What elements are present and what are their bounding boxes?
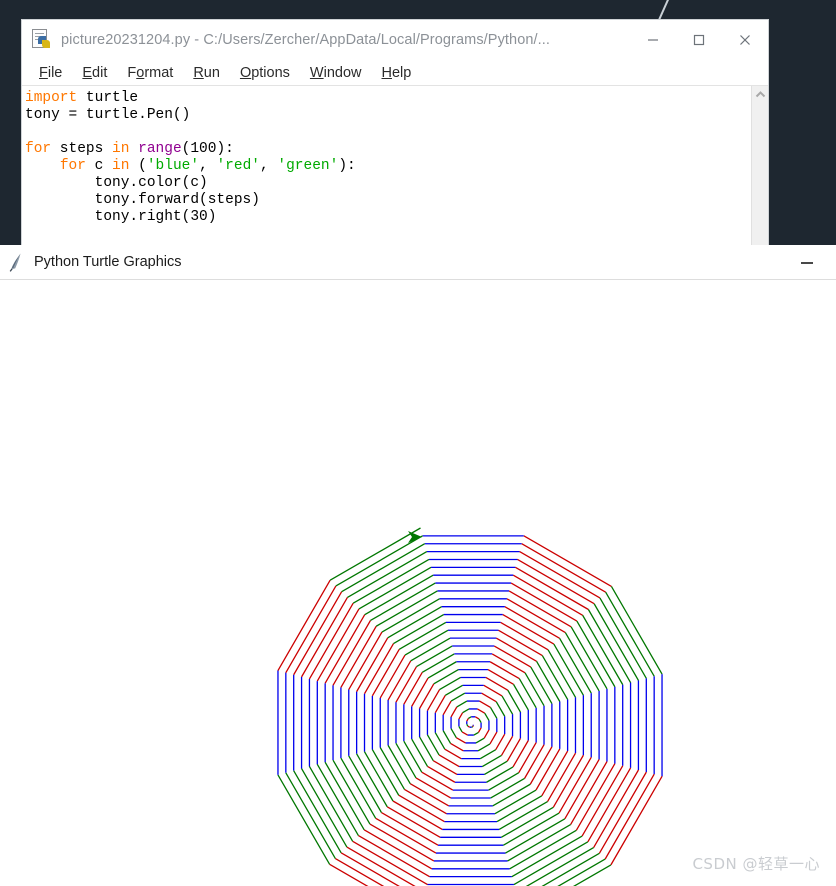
turtle-cursor-arrow-icon <box>408 531 422 543</box>
code-token: tony = turtle.Pen() <box>25 107 191 123</box>
code-line: import turtle <box>25 90 751 107</box>
chevron-up-icon[interactable] <box>752 86 769 103</box>
spiral-stroke-cc0000 <box>277 535 663 886</box>
minimize-button[interactable] <box>630 20 676 60</box>
feather-icon <box>9 253 21 272</box>
turtle-graphics-window: Python Turtle Graphics CSDN @轻草一心 <box>0 245 836 886</box>
code-line: tony.forward(steps) <box>25 192 751 209</box>
code-token: range <box>138 141 182 157</box>
menu-item-help[interactable]: Help <box>373 63 421 83</box>
menu-item-run[interactable]: Run <box>184 63 229 83</box>
code-token: in <box>112 141 130 157</box>
code-vertical-scrollbar[interactable] <box>751 86 768 245</box>
code-token: c <box>85 158 113 174</box>
turtle-drawing-canvas[interactable]: CSDN @轻草一心 <box>0 280 836 886</box>
close-button[interactable] <box>722 20 768 60</box>
code-line: tony.right(30) <box>25 209 751 226</box>
idle-menubar: File Edit Format Run Options Window Help <box>22 60 768 86</box>
code-token: , <box>199 158 217 174</box>
menu-item-file[interactable]: File <box>30 63 71 83</box>
menu-item-window[interactable]: Window <box>301 63 371 83</box>
turtle-titlebar[interactable]: Python Turtle Graphics <box>0 245 836 280</box>
code-token: tony.right(30) <box>25 209 217 225</box>
spiral-stroke-0000ee <box>277 535 663 886</box>
code-token: for <box>59 158 86 174</box>
code-token: in <box>112 158 130 174</box>
idle-body: import turtle tony = turtle.Pen() for ste… <box>22 86 768 245</box>
turtle-spiral-drawing <box>277 527 663 886</box>
maximize-button[interactable] <box>676 20 722 60</box>
code-token: steps <box>51 141 113 157</box>
code-token: 'green' <box>277 158 339 174</box>
python-file-icon <box>31 29 53 51</box>
code-token: ): <box>338 158 356 174</box>
menu-item-format[interactable]: Format <box>118 63 182 83</box>
menu-item-options[interactable]: Options <box>231 63 299 83</box>
code-editor-text-area[interactable]: import turtle tony = turtle.Pen() for ste… <box>22 86 751 245</box>
turtle-window-buttons <box>778 245 836 280</box>
code-token: , <box>259 158 278 174</box>
code-token: import <box>25 90 78 106</box>
turtle-window-title: Python Turtle Graphics <box>34 254 182 270</box>
code-token: for <box>25 141 52 157</box>
code-token: turtle <box>77 90 139 106</box>
code-token: (100): <box>181 141 234 157</box>
code-token: ( <box>129 158 147 174</box>
menu-item-edit[interactable]: Edit <box>73 63 116 83</box>
code-line: for steps in range(100): <box>25 141 751 158</box>
idle-window-title: picture20231204.py - C:/Users/Zercher/Ap… <box>61 32 551 48</box>
idle-editor-window: picture20231204.py - C:/Users/Zercher/Ap… <box>22 20 768 245</box>
minimize-button[interactable] <box>778 245 836 280</box>
code-line: tony = turtle.Pen() <box>25 107 751 124</box>
idle-window-buttons <box>630 20 768 60</box>
idle-titlebar[interactable]: picture20231204.py - C:/Users/Zercher/Ap… <box>22 20 768 60</box>
csdn-watermark: CSDN @轻草一心 <box>692 855 820 873</box>
code-line: for c in ('blue', 'red', 'green'): <box>25 158 751 175</box>
code-token: 'blue' <box>146 158 200 174</box>
code-token: tony.forward(steps) <box>25 192 260 208</box>
code-token: tony.color(c) <box>25 175 208 191</box>
code-token: 'red' <box>216 158 260 174</box>
code-line: tony.color(c) <box>25 175 751 192</box>
